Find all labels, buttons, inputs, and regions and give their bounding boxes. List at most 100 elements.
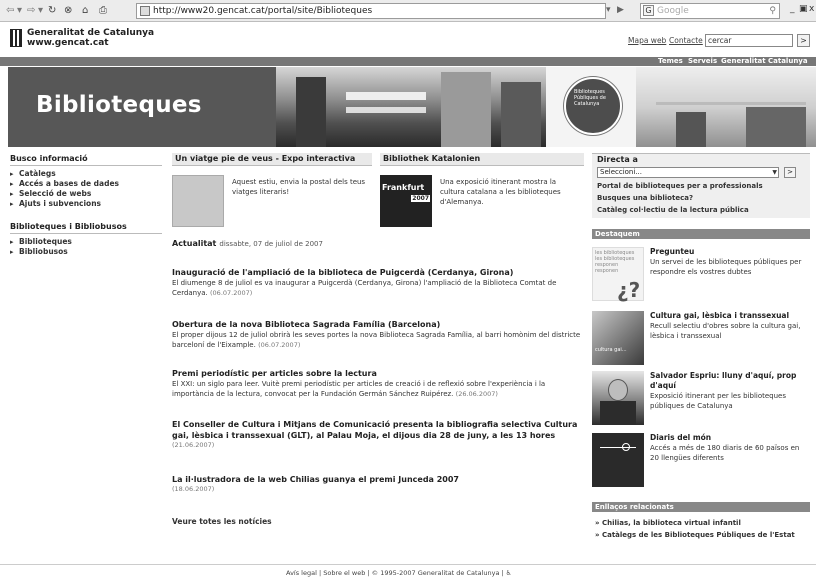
site-search-button[interactable]: > (797, 34, 810, 47)
search-placeholder: Google (657, 6, 689, 16)
url-text: http://www20.gencat.cat/portal/site/Bibl… (153, 6, 373, 16)
menu-item-catalegs[interactable]: Catàlegs (10, 169, 162, 179)
frankfurt-image[interactable]: Frankfurt 2007 (380, 175, 432, 227)
footer-text: Avís legal | Sobre el web | © 1995-2007 … (286, 569, 512, 577)
biblioteques-heading: Biblioteques i Bibliobusos (10, 221, 162, 234)
destaquem-title[interactable]: Pregunteu (650, 247, 810, 257)
nav-temes[interactable]: Temes (658, 57, 683, 66)
actualitat-heading: Actualitat dissabte, 07 de juliol de 2007 (172, 239, 584, 248)
banner-photo-library (636, 67, 816, 147)
destaquem-title[interactable]: Cultura gai, lèsbica i transsexual (650, 311, 810, 321)
directa-go-button[interactable]: > (784, 167, 796, 178)
related-link[interactable]: » Chilias, la biblioteca virtual infanti… (595, 519, 741, 527)
menu-item-ajuts[interactable]: Ajuts i subvencions (10, 199, 162, 209)
stop-icon[interactable]: ⊗ (64, 5, 72, 17)
select-value: Seleccioni... (600, 168, 642, 176)
news-item: Inauguració de l'ampliació de la bibliot… (172, 267, 584, 298)
dropdown-arrow-icon[interactable]: ▾ (38, 5, 43, 17)
destaquem-heading: Destaquem (592, 229, 810, 239)
google-icon[interactable]: G (643, 5, 654, 16)
nav-catalunya[interactable]: Catalunya (768, 57, 808, 66)
feature1-text: Aquest estiu, envia la postal dels teus … (232, 178, 366, 196)
news-title[interactable]: Inauguració de l'ampliació de la bibliot… (172, 267, 584, 278)
news-body: El proper dijous 12 de juliol obrirà les… (172, 331, 581, 349)
related-link[interactable]: » Catàlegs de les Biblioteques Públiques… (595, 531, 795, 539)
destaquem-title[interactable]: Diaris del món (650, 433, 810, 443)
cultura-gai-image-text: cultura gai... (595, 347, 627, 353)
back-icon[interactable]: ⇦ (6, 5, 14, 17)
logo-title[interactable]: Generalitat de Catalunya (27, 28, 154, 38)
favicon-icon (140, 6, 150, 16)
home-icon[interactable]: ⌂ (82, 5, 88, 17)
actualitat-date: dissabte, 07 de juliol de 2007 (219, 240, 323, 248)
destaquem-body: Un servei de les biblioteques públiques … (650, 258, 802, 276)
banner: Biblioteques Biblioteques Públiques de C… (8, 67, 816, 147)
nav-serveis[interactable]: Serveis (688, 57, 717, 66)
search-engine-input[interactable]: G Google ⚲ (640, 3, 780, 19)
search-icon[interactable]: ⚲ (769, 4, 776, 18)
menu-item-biblioteques[interactable]: Biblioteques (10, 237, 162, 247)
destaquem-item: cultura gai... Cultura gai, lèsbica i tr… (592, 311, 810, 369)
dropdown-arrow-icon[interactable]: ▾ (17, 5, 22, 17)
cultura-gai-image[interactable]: cultura gai... (592, 311, 644, 365)
url-input[interactable]: http://www20.gencat.cat/portal/site/Bibl… (136, 3, 606, 19)
directa-box: Directa a Seleccioni... ▼ > Portal de bi… (592, 153, 810, 218)
close-icon[interactable]: x (809, 4, 814, 14)
mapa-web-link[interactable]: Mapa web (628, 36, 666, 45)
print-icon[interactable]: ⎙ (99, 5, 107, 17)
browser-toolbar: ⇦ ▾ ⇨ ▾ ↻ ⊗ ⌂ ⎙ http://www20.gencat.cat/… (0, 0, 816, 22)
logo-url[interactable]: www.gencat.cat (27, 38, 109, 48)
minimize-icon[interactable]: _ (790, 4, 795, 14)
forward-icon[interactable]: ⇨ (27, 5, 35, 17)
page-title: Biblioteques (36, 92, 202, 118)
destaquem-title[interactable]: Salvador Espriu: lluny d'aquí, prop d'aq… (650, 371, 810, 391)
left-column: Busco informació Catàlegs Accés a bases … (10, 153, 162, 257)
site-header: Generalitat de Catalunya www.gencat.cat … (0, 23, 816, 57)
news-title[interactable]: Premi periodístic per articles sobre la … (172, 368, 584, 379)
menu-item-bibliobusos[interactable]: Bibliobusos (10, 247, 162, 257)
news-title[interactable]: El Conseller de Cultura i Mitjans de Com… (172, 419, 584, 441)
busco-informacio-heading: Busco informació (10, 153, 162, 166)
url-dropdown-icon[interactable]: ▾ (606, 3, 611, 19)
feature2-title[interactable]: Bibliothek Katalonien (380, 153, 584, 166)
all-news-link[interactable]: Veure totes les notícies (172, 517, 272, 526)
accessibility-icon[interactable]: ♿ (506, 569, 512, 577)
contacte-link[interactable]: Contacte (669, 36, 703, 45)
banner-logo-area: Biblioteques Públiques de Catalunya (546, 67, 636, 147)
menu-item-bases-dades[interactable]: Accés a bases de dades (10, 179, 162, 189)
salvador-espriu-image[interactable] (592, 371, 644, 425)
go-icon[interactable]: ▶ (617, 3, 624, 19)
postal-image[interactable] (172, 175, 224, 227)
chevron-down-icon: ▼ (772, 169, 777, 176)
feature1-title[interactable]: Un viatge pie de veus - Expo interactiva (172, 153, 372, 166)
biblioteques-publiques-logo-icon: Biblioteques Públiques de Catalunya (564, 77, 622, 135)
destaquem-body: Exposició itinerant per les biblioteques… (650, 392, 787, 410)
diaris-del-mon-image[interactable] (592, 433, 644, 487)
footer: Avís legal | Sobre el web | © 1995-2007 … (0, 564, 816, 583)
feature2-text: Una exposició itinerant mostra la cultur… (440, 178, 561, 206)
news-title[interactable]: Obertura de la nova Biblioteca Sagrada F… (172, 319, 584, 330)
frankfurt-label: Frankfurt (382, 183, 425, 192)
actualitat-label: Actualitat (172, 239, 217, 248)
directa-link[interactable]: Busques una biblioteca? (597, 194, 693, 202)
site-search-input[interactable]: cercar (705, 34, 793, 47)
pregunteu-image-text: les biblioteques les biblioteques respon… (595, 250, 635, 274)
menu-item-seleccio-webs[interactable]: Selecció de webs (10, 189, 162, 199)
news-title[interactable]: La il·lustradora de la web Chilias guany… (172, 474, 584, 485)
news-item: El Conseller de Cultura i Mitjans de Com… (172, 419, 584, 449)
news-body: El diumenge 8 de juliol es va inaugurar … (172, 279, 557, 297)
nav-generalitat[interactable]: Generalitat (721, 57, 766, 66)
directa-select[interactable]: Seleccioni... ▼ (597, 167, 779, 178)
destaquem-item: Diaris del món Accés a més de 180 diaris… (592, 433, 810, 491)
news-body: El XXI: un siglo para leer. Vuitè premi … (172, 380, 546, 398)
related-heading: Enllaços relacionats (592, 502, 810, 512)
generalitat-logo-icon[interactable] (10, 29, 22, 47)
maximize-icon[interactable]: ▣ (799, 4, 808, 14)
news-date: (26.06.2007) (455, 390, 498, 398)
pregunteu-image[interactable]: les biblioteques les biblioteques respon… (592, 247, 644, 302)
news-date: (06.07.2007) (258, 341, 301, 349)
reload-icon[interactable]: ↻ (48, 5, 56, 17)
directa-link[interactable]: Portal de biblioteques per a professiona… (597, 182, 763, 190)
directa-link[interactable]: Catàleg col·lectiu de la lectura pública (597, 206, 749, 214)
news-item: Obertura de la nova Biblioteca Sagrada F… (172, 319, 584, 350)
